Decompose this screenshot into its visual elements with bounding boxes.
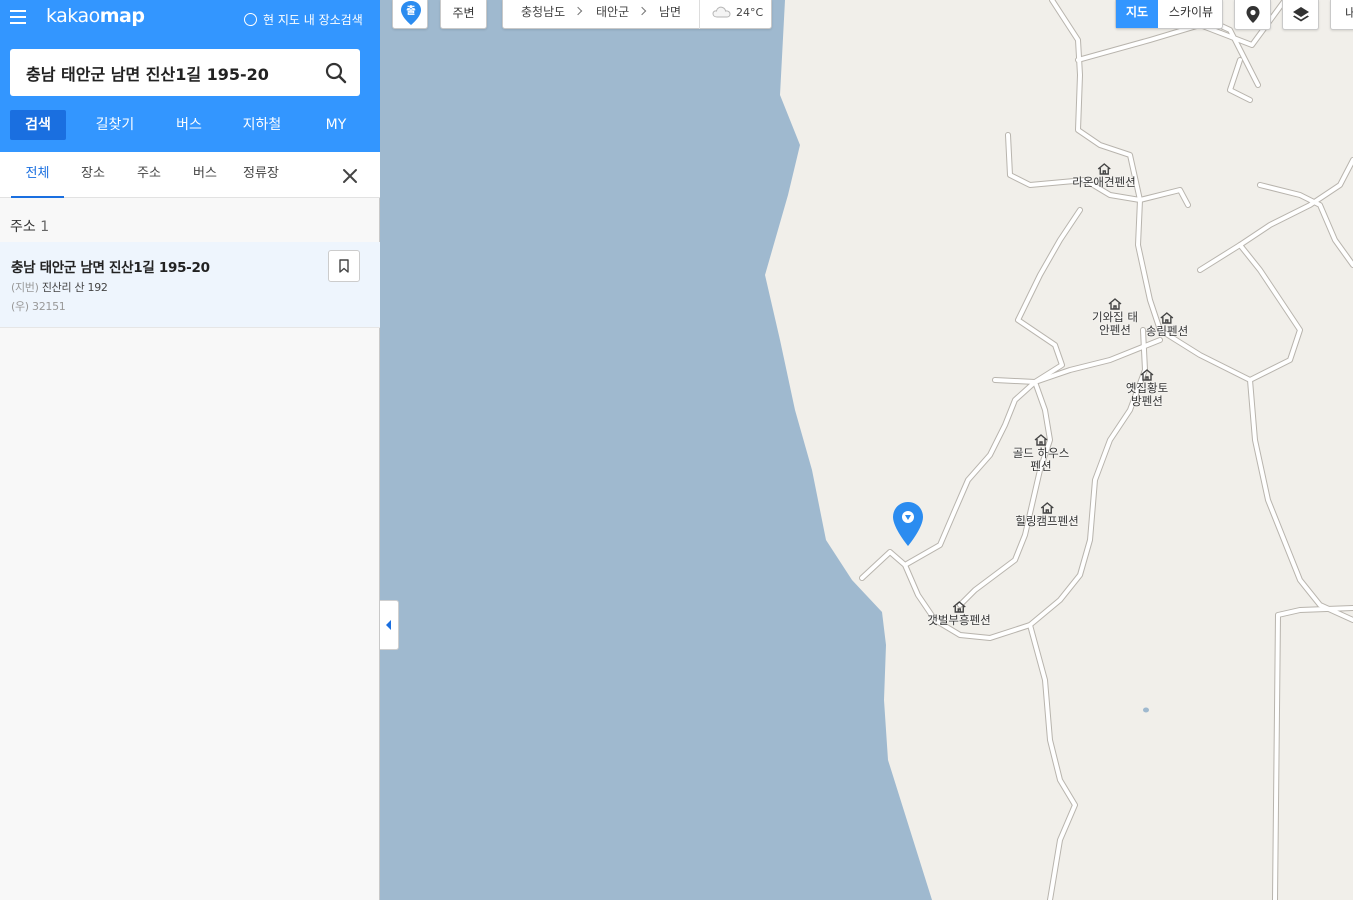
- region-town[interactable]: 남면: [659, 0, 681, 25]
- sidebar: kakaomap 현 지도 내 장소검색 검색 길찾기 버스 지하철 MY 전체…: [0, 0, 380, 900]
- filter-bus[interactable]: 버스: [184, 152, 226, 198]
- result-filter-tabs: 전체 장소 주소 버스 정류장: [0, 152, 380, 198]
- location-icon: [1246, 5, 1259, 23]
- collapse-arrow-icon: [386, 620, 391, 630]
- region-province[interactable]: 충청남도: [521, 0, 565, 25]
- search-box: [10, 49, 360, 96]
- pension-icon: [1040, 502, 1054, 514]
- pond: [1143, 707, 1149, 713]
- result-postal: (우) 32151: [11, 300, 66, 313]
- layers-button[interactable]: [1282, 0, 1319, 30]
- map-type-skyview[interactable]: 스카이뷰: [1158, 0, 1224, 28]
- result-jibun: (지번) 진산리 산 192: [11, 281, 108, 294]
- pension-icon: [1034, 434, 1048, 446]
- departure-button[interactable]: 출: [392, 0, 428, 29]
- chevron-right-icon: [637, 6, 647, 16]
- filter-address[interactable]: 주소: [128, 152, 170, 198]
- address-result-item[interactable]: 충남 태안군 남면 진산1길 195-20 (지번) 진산리 산 192 (우)…: [0, 242, 380, 328]
- sidebar-collapse-button[interactable]: [380, 600, 399, 650]
- pension-icon: [1160, 312, 1174, 324]
- pension-icon: [1108, 298, 1122, 310]
- map-type-toggle: 지도 스카이뷰: [1115, 0, 1223, 29]
- region-county[interactable]: 태안군: [596, 0, 629, 25]
- close-icon[interactable]: [340, 166, 360, 186]
- weather-info: 24°C: [699, 0, 773, 29]
- chevron-right-icon: [573, 6, 583, 16]
- my-location-button[interactable]: [1234, 0, 1271, 30]
- filter-stop[interactable]: 정류장: [238, 152, 284, 198]
- poi-label[interactable]: 기와집 태안펜션: [1091, 298, 1139, 337]
- poi-label[interactable]: 라온애견펜션: [1072, 163, 1136, 189]
- results-count: 1: [40, 219, 50, 235]
- results-header: 주소 1: [10, 219, 50, 235]
- filter-all[interactable]: 전체: [11, 152, 64, 198]
- tab-subway[interactable]: 지하철: [218, 110, 306, 140]
- main-tabs: 검색 길찾기 버스 지하철 MY: [10, 110, 366, 140]
- poi-label[interactable]: 갯벌부흥펜션: [927, 601, 991, 627]
- tab-search[interactable]: 검색: [10, 110, 66, 140]
- poi-label[interactable]: 송림펜션: [1146, 312, 1188, 338]
- search-input[interactable]: [10, 49, 310, 96]
- radio-icon: [244, 13, 257, 26]
- bookmark-icon: [339, 259, 349, 273]
- result-title[interactable]: 충남 태안군 남면 진산1길 195-20: [11, 256, 210, 276]
- tab-directions[interactable]: 길찾기: [70, 110, 160, 140]
- around-button[interactable]: 주변: [440, 0, 487, 29]
- map-type-map[interactable]: 지도: [1116, 0, 1158, 28]
- tab-my[interactable]: MY: [306, 110, 366, 140]
- cloud-icon: [712, 6, 731, 18]
- poi-label[interactable]: 옛집황토 방펜션: [1123, 369, 1171, 408]
- map-pin-icon[interactable]: [891, 500, 925, 550]
- current-map-search-toggle[interactable]: 현 지도 내 장소검색: [244, 11, 363, 28]
- tab-bus[interactable]: 버스: [160, 110, 218, 140]
- brand-logo[interactable]: kakaomap: [46, 5, 145, 27]
- layers-icon: [1292, 6, 1309, 21]
- search-header: kakaomap 현 지도 내 장소검색 검색 길찾기 버스 지하철 MY: [0, 0, 380, 152]
- filter-place[interactable]: 장소: [72, 152, 114, 198]
- bookmark-button[interactable]: [328, 250, 360, 282]
- menu-icon[interactable]: [10, 10, 28, 26]
- region-breadcrumb: 충청남도 태안군 남면 24°C: [502, 0, 772, 29]
- pension-icon: [952, 601, 966, 613]
- poi-label[interactable]: 힐링캠프펜션: [1015, 502, 1079, 528]
- poi-label[interactable]: 골드 하우스펜션: [1011, 434, 1071, 473]
- pension-icon: [1140, 369, 1154, 381]
- pension-icon: [1097, 163, 1111, 175]
- search-icon[interactable]: [324, 61, 348, 85]
- my-place-button[interactable]: 내: [1330, 0, 1353, 30]
